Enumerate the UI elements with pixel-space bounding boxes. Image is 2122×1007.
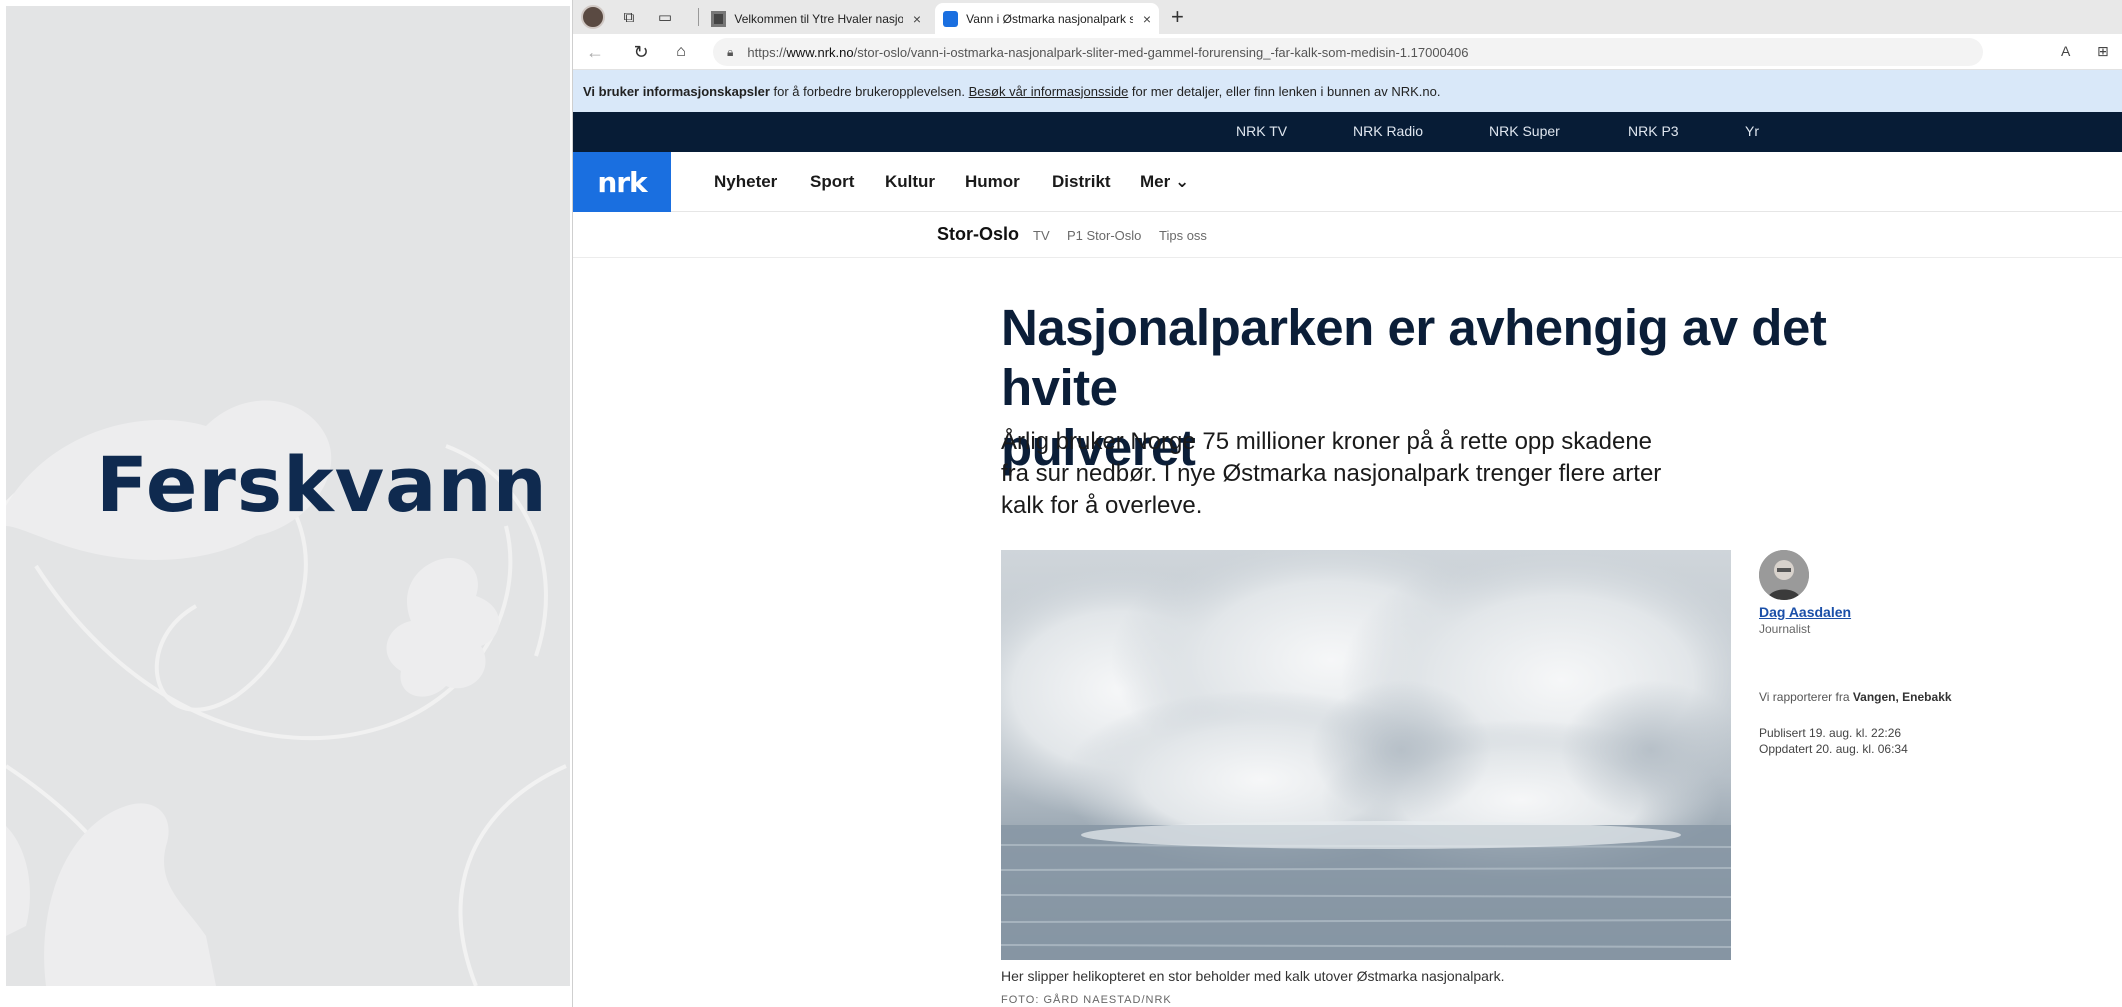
reporting-prefix: Vi rapporterer fra	[1759, 690, 1853, 704]
journalist-name-link[interactable]: Dag Aasdalen	[1759, 604, 1851, 620]
reporting-location: Vi rapporterer fra Vangen, Enebakk	[1759, 690, 1952, 704]
read-aloud-icon[interactable]: A	[2061, 43, 2070, 59]
nav-sport[interactable]: Sport	[810, 172, 854, 192]
slide-panel: Ferskvann	[0, 0, 572, 1007]
cookie-banner-text: for å forbedre brukeropplevelsen.	[769, 83, 969, 99]
browser-window: ⧉ ▭ Velkommen til Ytre Hvaler nasjon × V…	[572, 0, 2122, 1007]
link-nrk-radio[interactable]: NRK Radio	[1353, 123, 1423, 139]
main-nav: nrk Nyheter Sport Kultur Humor Distrikt …	[573, 152, 2122, 212]
photo-credit: FOTO: GÅRD NAESTAD/NRK	[1001, 994, 1172, 1006]
cookie-info-link[interactable]: Besøk vår informasjonsside	[969, 84, 1129, 99]
url-path: /stor-oslo/vann-i-ostmarka-nasjonalpark-…	[853, 44, 1469, 60]
close-tab-icon[interactable]: ×	[913, 11, 921, 27]
tab-label: Vann i Østmarka nasjonalpark slit	[966, 11, 1133, 26]
back-arrow-icon[interactable]: ←	[583, 40, 607, 64]
reload-icon[interactable]: ↻	[629, 40, 653, 64]
close-tab-icon[interactable]: ×	[1143, 11, 1151, 27]
section-link-p1[interactable]: P1 Stor-Oslo	[1067, 228, 1141, 243]
article-lede: Årlig bruker Norge 75 millioner kroner p…	[1001, 428, 1662, 519]
nav-kultur[interactable]: Kultur	[885, 172, 935, 192]
home-icon[interactable]: ⌂	[669, 40, 693, 64]
url-prefix: https://	[747, 44, 787, 60]
url-input[interactable]: 🔒︎ https://www.nrk.no/stor-oslo/vann-i-o…	[713, 38, 1983, 66]
lime-cloud-image	[1001, 550, 1731, 960]
new-tab-button[interactable]: +	[1171, 4, 1184, 30]
updated-date: Oppdatert 20. aug. kl. 06:34	[1759, 742, 1908, 756]
web-page: Vi bruker informasjonskapsler for å forb…	[573, 70, 2122, 1007]
reader-view-icon[interactable]: ⊞	[2097, 43, 2109, 60]
section-link-tv[interactable]: TV	[1033, 228, 1050, 243]
nav-distrikt[interactable]: Distrikt	[1052, 172, 1111, 192]
site-info-icon[interactable]: 🔒︎	[727, 45, 733, 60]
nrk-logo[interactable]: nrk	[573, 152, 671, 212]
nav-nyheter[interactable]: Nyheter	[714, 172, 777, 192]
nrk-service-bar: NRK TV NRK Radio NRK Super NRK P3 Yr	[573, 112, 2122, 152]
cookie-banner-text-end: for mer detaljer, eller finn lenken i bu…	[1128, 83, 1441, 99]
published-date: Publisert 19. aug. kl. 22:26	[1759, 726, 1902, 740]
reporting-place: Vangen, Enebakk	[1852, 690, 1952, 704]
link-nrk-tv[interactable]: NRK TV	[1236, 123, 1287, 139]
article-photo[interactable]	[1001, 550, 1731, 960]
link-yr[interactable]: Yr	[1745, 123, 1759, 139]
journalist-avatar[interactable]	[1759, 550, 1809, 600]
section-nav: Stor-Oslo TV P1 Stor-Oslo Tips oss	[573, 212, 2122, 258]
address-bar: ← ↻ ⌂ 🔒︎ https://www.nrk.no/stor-oslo/va…	[573, 34, 2122, 70]
tab-label: Velkommen til Ytre Hvaler nasjon	[734, 11, 903, 26]
link-nrk-p3[interactable]: NRK P3	[1628, 123, 1679, 139]
cookie-banner: Vi bruker informasjonskapsler for å forb…	[573, 70, 2122, 112]
tab-actions-icon[interactable]: ▭	[653, 5, 677, 29]
tab-ytre-hvaler[interactable]: Velkommen til Ytre Hvaler nasjon ×	[703, 3, 929, 34]
workspaces-icon[interactable]: ⧉	[617, 5, 641, 29]
url-host: www.nrk.no	[786, 44, 854, 60]
page-favicon-icon	[711, 10, 727, 27]
cookie-banner-bold: Vi bruker informasjonskapsler	[583, 83, 770, 99]
journalist-role: Journalist	[1759, 622, 1811, 636]
nav-mer[interactable]: Mer ⌄	[1140, 172, 1189, 192]
nav-humor[interactable]: Humor	[965, 172, 1020, 192]
tab-divider	[698, 8, 699, 26]
slide-title: Ferskvann	[96, 440, 548, 529]
link-nrk-super[interactable]: NRK Super	[1489, 123, 1560, 139]
tab-bar: ⧉ ▭ Velkommen til Ytre Hvaler nasjon × V…	[573, 0, 2122, 34]
photo-caption: Her slipper helikopteret en stor beholde…	[1001, 968, 1505, 984]
section-link-tips[interactable]: Tips oss	[1159, 228, 1207, 243]
section-title[interactable]: Stor-Oslo	[937, 224, 1019, 245]
headline-line-1: Nasjonalparken er avhengig av det hvite	[1001, 299, 1827, 416]
nrk-favicon-icon	[943, 10, 959, 27]
tab-ostmarka[interactable]: Vann i Østmarka nasjonalpark slit ×	[935, 3, 1159, 34]
profile-avatar[interactable]	[581, 5, 605, 29]
